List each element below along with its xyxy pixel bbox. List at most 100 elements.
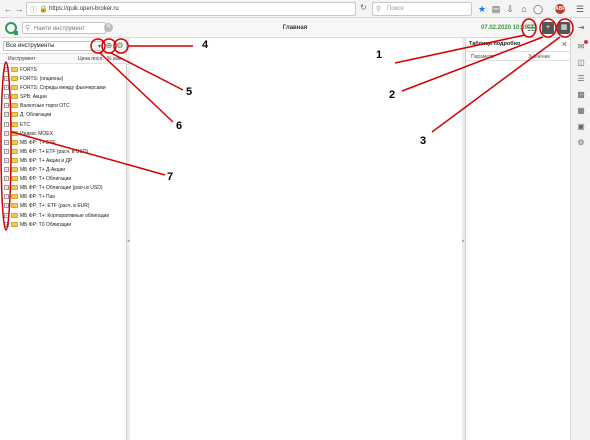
- add-window-icon[interactable]: +: [542, 22, 554, 34]
- table-icon[interactable]: ▦: [576, 106, 586, 116]
- expand-icon[interactable]: +: [4, 85, 9, 91]
- expand-icon[interactable]: +: [4, 221, 9, 227]
- column-header-last-price[interactable]: Цена посл.: [78, 56, 104, 62]
- forward-arrow-icon[interactable]: →: [13, 3, 25, 15]
- expand-icon[interactable]: +: [4, 103, 9, 109]
- tree-row[interactable]: + МБ ФР: Т0 Облигации: [0, 221, 127, 230]
- expand-icon[interactable]: +: [4, 212, 9, 218]
- tree-row[interactable]: + Индекс MOEX: [0, 130, 127, 139]
- folder-icon: [11, 194, 18, 200]
- annotation-number-5: 5: [186, 86, 193, 98]
- gear-icon[interactable]: ⚙: [115, 41, 125, 51]
- folder-icon: [11, 176, 18, 182]
- expand-icon[interactable]: +: [4, 139, 9, 145]
- tree-row[interactable]: + FORTS: [0, 66, 127, 75]
- instruments-column-header: Инструмент Цена посл. % изм.: [0, 54, 127, 64]
- folder-icon: [11, 85, 18, 91]
- tree-row[interactable]: + МБ ФР: Т+: Корпоративные облигации: [0, 212, 127, 221]
- tree-row-label: МБ ФР: Т+ Пан: [20, 194, 56, 201]
- browser-search-input[interactable]: ⚲ Поиск: [372, 2, 472, 16]
- tree-row[interactable]: + Д: Облигации: [0, 111, 127, 120]
- annotation-number-3: 3: [420, 135, 427, 147]
- expand-icon[interactable]: +: [4, 194, 9, 200]
- tree-row[interactable]: + МБ ФР: Т+ Д-Акции: [0, 166, 127, 175]
- tree-row[interactable]: + ETC: [0, 121, 127, 130]
- reload-icon[interactable]: ↻: [360, 3, 367, 12]
- expand-icon[interactable]: +: [4, 176, 9, 182]
- tree-row-label: МБ ФР: Т+: Корпоративные облигации: [20, 212, 110, 219]
- expand-icon[interactable]: +: [4, 148, 9, 154]
- tree-row-label: МБ ФР: Т0 Облигации: [20, 221, 72, 228]
- tree-row-label: Валютные торги ОТС: [20, 103, 70, 110]
- tree-row-label: FORTS: (опционы): [20, 76, 64, 83]
- browser-search-placeholder: Поиск: [387, 6, 404, 12]
- layout-icon[interactable]: ◫: [576, 58, 586, 68]
- tree-row[interactable]: + Валютные торги ОТС: [0, 102, 127, 111]
- details-panel-title: Таблица подробно: [469, 41, 521, 47]
- expand-icon[interactable]: +: [4, 94, 9, 100]
- instrument-list-select[interactable]: Все инструменты ▾: [3, 41, 103, 51]
- right-sidebar: ⇥ ✉ ◫ ☰ ▩ ▦ ▣ ⚙: [570, 18, 590, 440]
- home-icon[interactable]: ⌂: [518, 3, 530, 15]
- folder-icon: [11, 157, 18, 163]
- expand-icon[interactable]: +: [4, 76, 9, 82]
- folder-icon: [11, 185, 18, 191]
- tree-row[interactable]: + FORTS: Спреды между фьючерсами: [0, 84, 127, 93]
- close-icon[interactable]: ×: [562, 39, 567, 49]
- expand-icon[interactable]: +: [4, 130, 9, 136]
- expand-icon[interactable]: +: [4, 67, 9, 72]
- chart-icon[interactable]: ▩: [576, 90, 586, 100]
- tree-row[interactable]: + МБ ФР: Т+ Акции и ДР: [0, 157, 127, 166]
- tree-row-label: МБ ФР: Т+ ETF: [20, 139, 56, 146]
- expand-icon[interactable]: +: [4, 203, 9, 209]
- info-icon[interactable]: ⓘ: [30, 5, 37, 15]
- app-header: ⚲ ✕ Главная 07.02.2020 10:39:27 ☷ + ▦: [0, 18, 590, 38]
- bookmark-star-icon[interactable]: ★: [476, 3, 488, 15]
- details-column-header: Параметр Значение: [466, 51, 571, 61]
- annotation-number-2: 2: [389, 89, 396, 101]
- save-icon[interactable]: ▦: [558, 22, 570, 34]
- folder-icon: [11, 112, 18, 118]
- trash-icon[interactable]: ☷: [524, 21, 538, 35]
- download-icon[interactable]: ⇩: [504, 3, 516, 15]
- pocket-icon[interactable]: ◯: [532, 3, 544, 15]
- tree-row[interactable]: + FORTS: (опционы): [0, 75, 127, 84]
- annotation-number-7: 7: [167, 171, 174, 183]
- card-icon[interactable]: ▣: [576, 122, 586, 132]
- expand-icon[interactable]: +: [4, 112, 9, 118]
- tree-row[interactable]: + SPB: Акции: [0, 93, 127, 102]
- settings-gear-icon[interactable]: ⚙: [576, 138, 586, 148]
- expand-icon[interactable]: +: [4, 157, 9, 163]
- expand-icon[interactable]: +: [4, 167, 9, 173]
- adblock-icon[interactable]: ABP: [555, 4, 566, 14]
- tree-row[interactable]: + МБ ФР: Т+ Облигации (расч.в USD): [0, 184, 127, 193]
- chevron-down-icon[interactable]: ▾: [98, 43, 101, 50]
- annotation-number-1: 1: [376, 49, 383, 61]
- logout-icon[interactable]: ⇥: [576, 23, 586, 33]
- folder-icon: [11, 103, 18, 109]
- tree-row[interactable]: + МБ ФР: Т+: ETF (расч. в EUR): [0, 202, 127, 211]
- url-bar[interactable]: ⓘ 🔒 https://quik.open-broker.ru: [26, 2, 356, 16]
- tree-row[interactable]: + МБ ФР: Т+ Пан: [0, 193, 127, 202]
- tree-row[interactable]: + МБ ФР: Т+ ETF: [0, 139, 127, 148]
- lock-icon: 🔒: [39, 6, 48, 13]
- tree-row[interactable]: + МБ ФР: Т+ ETF (расч. в USD): [0, 148, 127, 157]
- clipboard-icon[interactable]: ▤: [490, 3, 502, 15]
- list-icon[interactable]: ☰: [576, 74, 586, 84]
- tree-row-label: МБ ФР: Т+: ETF (расч. в EUR): [20, 203, 90, 210]
- expand-icon[interactable]: +: [4, 185, 9, 191]
- menu-icon[interactable]: ☰: [574, 3, 586, 15]
- folder-icon: [11, 67, 18, 72]
- add-icon[interactable]: ⊕: [104, 41, 114, 51]
- expand-icon[interactable]: +: [4, 121, 9, 127]
- tree-row[interactable]: + МБ ФР: Т+ Облигации: [0, 175, 127, 184]
- folder-icon: [11, 212, 18, 218]
- column-header-instrument[interactable]: Инструмент: [8, 56, 36, 62]
- column-header-value: Значение: [528, 54, 551, 60]
- column-header-change[interactable]: % изм.: [107, 56, 123, 62]
- tree-row-label: МБ ФР: Т+ Акции и ДР: [20, 157, 73, 164]
- folder-icon: [11, 148, 18, 154]
- folder-icon: [11, 203, 18, 209]
- details-panel: Таблица подробно × Параметр Значение: [465, 38, 571, 440]
- instruments-panel: Все инструменты ▾ ⊕ ⚙ Инструмент Цена по…: [0, 38, 127, 440]
